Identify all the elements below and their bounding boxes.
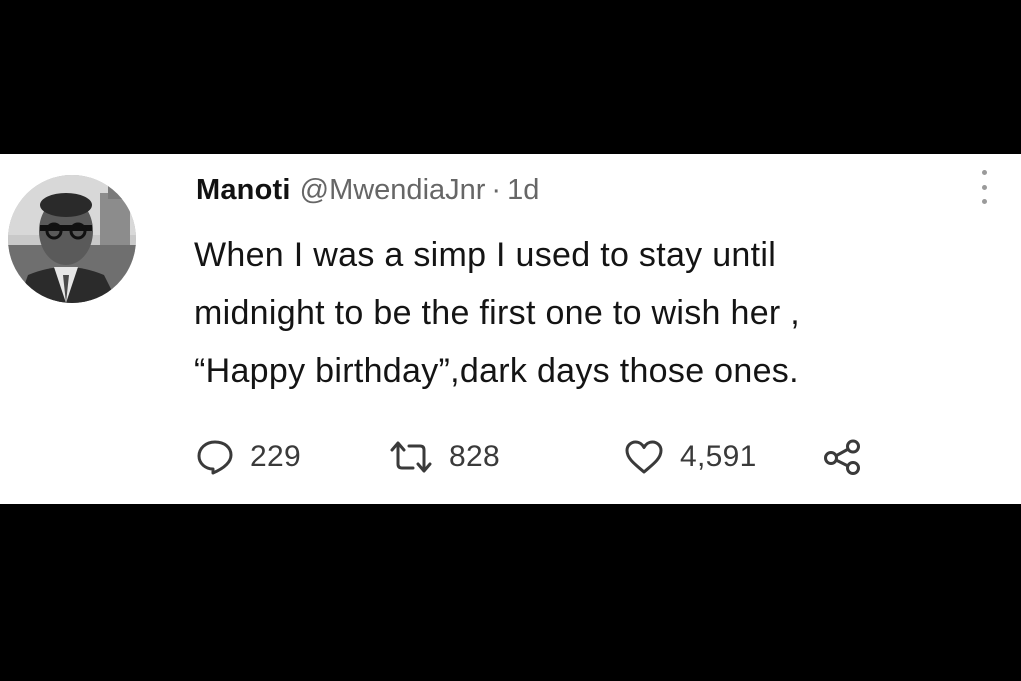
tweet-text-line: “Happy birthday”,dark days those ones. [194,352,799,390]
tweet-text-line: midnight to be the first one to wish her… [194,294,801,332]
more-dot [981,170,987,175]
like-button[interactable]: 4,591 [624,432,757,482]
avatar-photo [8,175,136,303]
like-count: 4,591 [680,440,757,473]
tweet-body: When I was a simp I used to stay until m… [194,226,1004,400]
tweet-timestamp[interactable]: 1d [507,174,539,207]
reply-button[interactable]: 229 [196,432,301,482]
screenshot-stage: Manoti @MwendiaJnr · 1d When I was a sim… [0,0,1021,681]
tweet-text-line: When I was a simp I used to stay until [194,236,777,274]
reply-count: 229 [250,440,301,473]
retweet-count: 828 [449,440,500,473]
tweet-card[interactable]: Manoti @MwendiaJnr · 1d When I was a sim… [0,154,1021,504]
avatar[interactable] [8,175,136,303]
author-display-name[interactable]: Manoti [196,174,291,207]
tweet-header: Manoti @MwendiaJnr · 1d [196,174,539,214]
share-nodes-icon [822,439,862,475]
tweet-actions: 229 828 4,591 [196,432,896,482]
reply-bubble-icon [196,439,234,475]
more-dots-icon[interactable] [977,166,991,208]
share-button[interactable] [822,432,862,482]
heart-icon [624,439,664,475]
more-dot [981,199,987,204]
header-separator: · [491,174,502,206]
retweet-arrows-icon [389,439,433,475]
author-handle[interactable]: @MwendiaJnr [300,174,486,207]
more-dot [981,184,987,190]
retweet-button[interactable]: 828 [389,432,500,482]
